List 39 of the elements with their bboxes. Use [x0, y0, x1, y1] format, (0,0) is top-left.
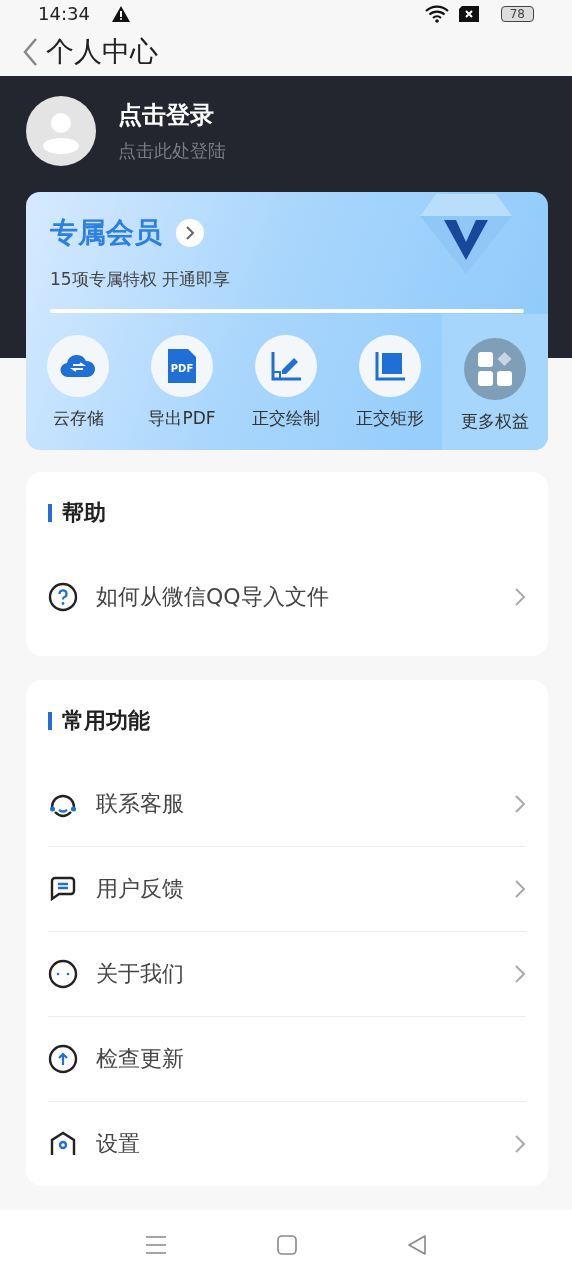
menu-item[interactable]: 检查更新 [96, 1044, 526, 1074]
page-title: 个人中心 [46, 33, 158, 70]
membership-title: 专属会员 [50, 215, 162, 251]
menu-item[interactable]: 如何从微信QQ导入文件 [96, 582, 496, 612]
benefit-item[interactable]: 正交矩形 [338, 335, 442, 430]
membership-card[interactable]: 专属会员 15项专属特权 开通即享 云存储 PDF 导出PDF 正交绘制 正交矩形 更多权益 [26, 192, 548, 450]
chevron-icon [185, 226, 195, 240]
back-button[interactable] [22, 36, 38, 67]
section-title: 帮助 [62, 499, 106, 527]
grid-icon [477, 351, 513, 387]
chat-icon [48, 874, 78, 904]
pdf-file-icon: PDF [168, 349, 196, 383]
upload-icon [48, 1044, 78, 1074]
ruler-pencil-icon [270, 350, 302, 382]
square-icon [374, 350, 406, 382]
cloud-icon [59, 353, 97, 379]
menu-item[interactable]: 用户反馈 [96, 874, 496, 904]
face-icon [48, 959, 78, 989]
menu-item[interactable]: 关于我们 [96, 959, 496, 989]
login-title[interactable]: 点击登录 [118, 99, 226, 131]
benefit-item[interactable]: 云存储 [26, 335, 130, 430]
help-icon [48, 582, 78, 612]
menu-item[interactable]: 设置 [96, 1129, 496, 1159]
menu-item[interactable]: 联系客服 [96, 789, 496, 819]
home-icon[interactable] [277, 1235, 297, 1255]
warning-icon [111, 5, 130, 22]
benefit-item[interactable]: PDF 导出PDF [130, 335, 234, 430]
back-icon[interactable] [407, 1235, 427, 1255]
membership-subtitle: 15项专属特权 开通即享 [50, 268, 232, 291]
section-title: 常用功能 [62, 707, 150, 735]
battery-level: 78 [500, 5, 534, 22]
benefit-item[interactable]: 正交绘制 [234, 335, 338, 430]
chevron-button[interactable] [176, 219, 204, 247]
login-hint: 点击此处登陆 [118, 139, 226, 163]
status-time: 14:34 [38, 3, 90, 25]
sim-card-icon [458, 5, 479, 22]
back-icon [22, 36, 38, 67]
wifi-icon [424, 4, 449, 23]
menu-icon[interactable] [145, 1235, 167, 1255]
